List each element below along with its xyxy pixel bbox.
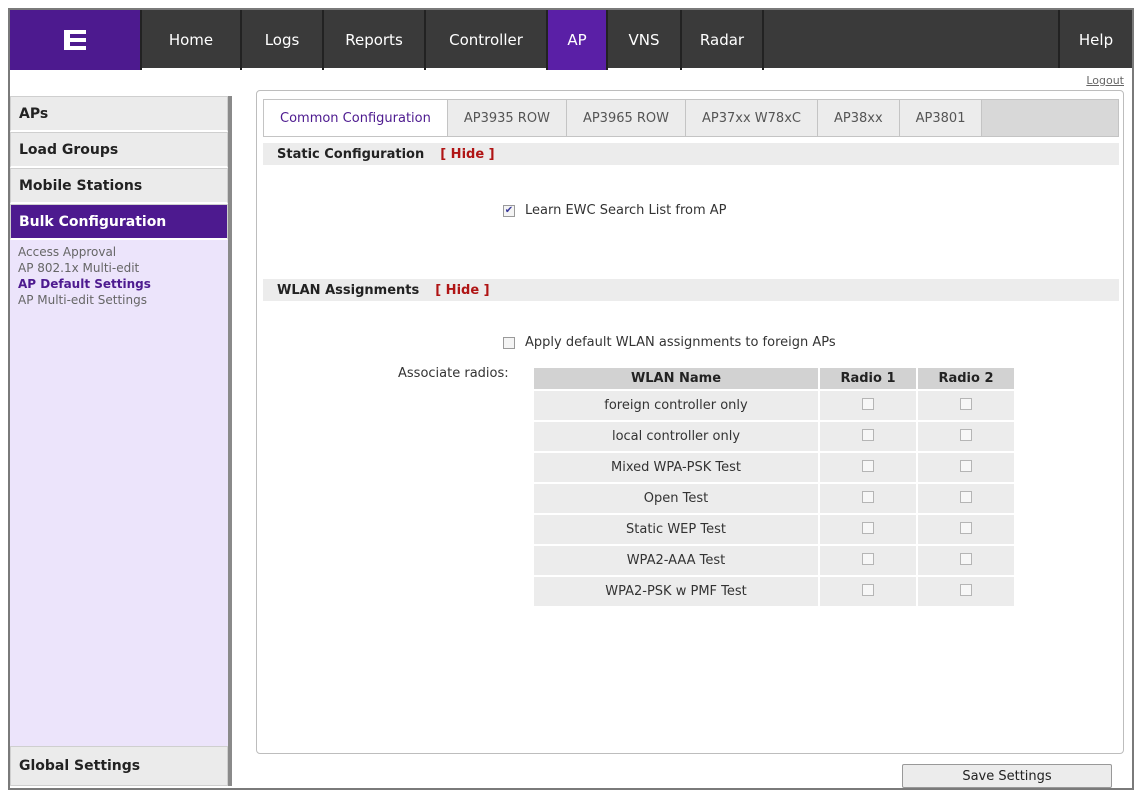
wlan-assignments-hide-link[interactable]: [ Hide ] bbox=[435, 283, 489, 298]
nav-controller[interactable]: Controller bbox=[426, 10, 548, 70]
radio-2-cell bbox=[918, 453, 1014, 482]
static-configuration-title: Static Configuration bbox=[277, 146, 425, 162]
nav-ap[interactable]: AP bbox=[548, 10, 608, 70]
radio-1-checkbox[interactable] bbox=[862, 397, 874, 410]
tab-ap38xx[interactable]: AP38xx bbox=[817, 100, 900, 136]
sidebar-link-ap-default-settings[interactable]: AP Default Settings bbox=[18, 276, 220, 292]
radio-1-checkbox[interactable] bbox=[862, 490, 874, 503]
radio-1-cell bbox=[820, 577, 916, 606]
apply-default-label: Apply default WLAN assignments to foreig… bbox=[525, 335, 836, 350]
radio-2-cell bbox=[918, 484, 1014, 513]
sidebar-section-aps[interactable]: APs bbox=[10, 96, 228, 132]
nav-logs[interactable]: Logs bbox=[242, 10, 324, 70]
wlan-radio-table: WLAN Name Radio 1 Radio 2 foreign contro… bbox=[532, 366, 1016, 608]
app-frame: Home Logs Reports Controller AP VNS Radar Help… bbox=[8, 8, 1134, 790]
table-row: foreign controller only bbox=[534, 391, 1014, 420]
sidebar-link-ap-802-1x-multi-edit[interactable]: AP 802.1x Multi-edit bbox=[18, 260, 220, 276]
tab-ap3801[interactable]: AP3801 bbox=[899, 100, 983, 136]
static-configuration-header: Static Configuration [ Hide ] bbox=[263, 143, 1119, 165]
radio-2-checkbox[interactable] bbox=[960, 583, 972, 596]
nav-reports[interactable]: Reports bbox=[324, 10, 426, 70]
brand-logo[interactable] bbox=[10, 10, 142, 70]
radio-1-cell bbox=[820, 515, 916, 544]
radio-2-cell bbox=[918, 515, 1014, 544]
radio-1-checkbox[interactable] bbox=[862, 428, 874, 441]
wlan-name-cell: local controller only bbox=[534, 422, 818, 451]
wlan-assignments-header: WLAN Assignments [ Hide ] bbox=[263, 279, 1119, 301]
sidebar-links: Access Approval AP 802.1x Multi-edit AP De… bbox=[10, 240, 228, 312]
column-header-radio-2: Radio 2 bbox=[918, 368, 1014, 389]
radio-2-checkbox[interactable] bbox=[960, 459, 972, 472]
tab-ap37xx-w78xc[interactable]: AP37xx W78xC bbox=[686, 100, 818, 136]
radio-1-checkbox[interactable] bbox=[862, 583, 874, 596]
tab-common-configuration[interactable]: Common Configuration bbox=[264, 100, 448, 136]
wlan-assignments-title: WLAN Assignments bbox=[277, 282, 420, 298]
wlan-name-cell: Mixed WPA-PSK Test bbox=[534, 453, 818, 482]
table-row: Static WEP Test bbox=[534, 515, 1014, 544]
radio-2-checkbox[interactable] bbox=[960, 521, 972, 534]
apply-default-row: Apply default WLAN assignments to foreig… bbox=[503, 335, 836, 350]
radio-2-cell bbox=[918, 546, 1014, 575]
sidebar-link-access-approval[interactable]: Access Approval bbox=[18, 244, 220, 260]
learn-ewc-label: Learn EWC Search List from AP bbox=[525, 203, 727, 218]
table-row: WPA2-AAA Test bbox=[534, 546, 1014, 575]
wlan-name-cell: Open Test bbox=[534, 484, 818, 513]
tab-bar: Common Configuration AP3935 ROW AP3965 ROW… bbox=[263, 99, 1119, 137]
nav-spacer bbox=[764, 10, 1060, 68]
nav-radar[interactable]: Radar bbox=[682, 10, 764, 70]
wlan-name-cell: foreign controller only bbox=[534, 391, 818, 420]
radio-1-cell bbox=[820, 484, 916, 513]
tab-ap3965-row[interactable]: AP3965 ROW bbox=[566, 100, 687, 136]
sidebar-link-ap-multi-edit-settings[interactable]: AP Multi-edit Settings bbox=[18, 292, 220, 308]
sidebar: APs Load Groups Mobile Stations Bulk Confi… bbox=[10, 96, 232, 786]
radio-2-checkbox[interactable] bbox=[960, 552, 972, 565]
top-navigation: Home Logs Reports Controller AP VNS Radar Help bbox=[10, 10, 1132, 70]
nav-vns[interactable]: VNS bbox=[608, 10, 682, 70]
nav-help[interactable]: Help bbox=[1060, 10, 1132, 70]
apply-default-checkbox[interactable] bbox=[503, 336, 515, 349]
sidebar-section-mobile-stations[interactable]: Mobile Stations bbox=[10, 168, 228, 204]
static-configuration-hide-link[interactable]: [ Hide ] bbox=[440, 147, 494, 162]
sidebar-section-load-groups[interactable]: Load Groups bbox=[10, 132, 228, 168]
wlan-name-cell: Static WEP Test bbox=[534, 515, 818, 544]
sidebar-section-global-settings[interactable]: Global Settings bbox=[10, 746, 228, 786]
wlan-name-cell: WPA2-PSK w PMF Test bbox=[534, 577, 818, 606]
radio-1-cell bbox=[820, 453, 916, 482]
learn-ewc-checkbox[interactable]: ✔ bbox=[503, 204, 515, 217]
learn-ewc-row: ✔ Learn EWC Search List from AP bbox=[503, 203, 727, 218]
logout-link[interactable]: Logout bbox=[1086, 74, 1124, 87]
radio-2-checkbox[interactable] bbox=[960, 397, 972, 410]
radio-2-checkbox[interactable] bbox=[960, 428, 972, 441]
wlan-name-cell: WPA2-AAA Test bbox=[534, 546, 818, 575]
radio-2-cell bbox=[918, 391, 1014, 420]
table-row: Open Test bbox=[534, 484, 1014, 513]
radio-2-cell bbox=[918, 422, 1014, 451]
radio-2-checkbox[interactable] bbox=[960, 490, 972, 503]
column-header-radio-1: Radio 1 bbox=[820, 368, 916, 389]
nav-home[interactable]: Home bbox=[142, 10, 242, 70]
table-row: Mixed WPA-PSK Test bbox=[534, 453, 1014, 482]
save-settings-button[interactable]: Save Settings bbox=[902, 764, 1112, 788]
radio-1-cell bbox=[820, 546, 916, 575]
column-header-wlan-name: WLAN Name bbox=[534, 368, 818, 389]
associate-radios-label: Associate radios: bbox=[398, 366, 509, 381]
table-row: local controller only bbox=[534, 422, 1014, 451]
radio-2-cell bbox=[918, 577, 1014, 606]
radio-1-cell bbox=[820, 391, 916, 420]
radio-1-cell bbox=[820, 422, 916, 451]
tab-ap3935-row[interactable]: AP3935 ROW bbox=[447, 100, 567, 136]
sidebar-section-bulk-configuration[interactable]: Bulk Configuration bbox=[10, 204, 228, 240]
radio-1-checkbox[interactable] bbox=[862, 552, 874, 565]
table-row: WPA2-PSK w PMF Test bbox=[534, 577, 1014, 606]
extreme-networks-logo-icon bbox=[64, 30, 86, 50]
radio-1-checkbox[interactable] bbox=[862, 459, 874, 472]
radio-1-checkbox[interactable] bbox=[862, 521, 874, 534]
